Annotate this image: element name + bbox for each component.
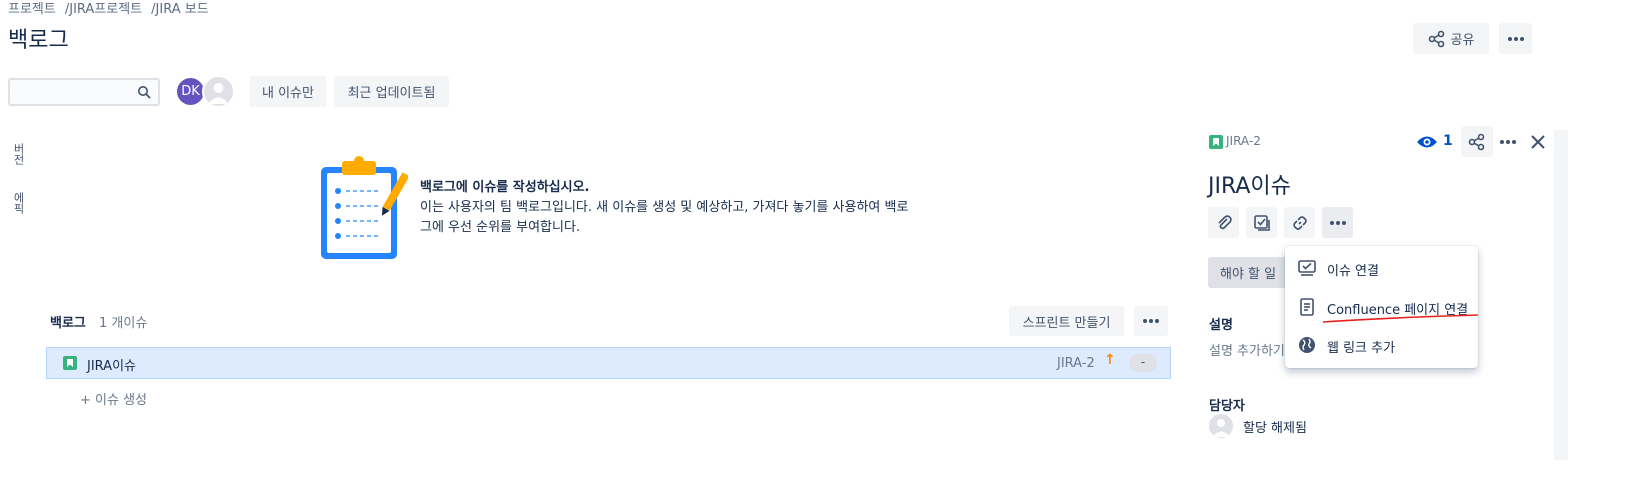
user-icon xyxy=(208,83,229,104)
create-sprint-button[interactable]: 스프린트 만들기 xyxy=(1009,306,1124,336)
detail-title[interactable]: JIRA이슈 xyxy=(1208,168,1291,200)
only-my-issues-button[interactable]: 내 이슈만 xyxy=(250,76,326,107)
breadcrumb-projects[interactable]: 프로젝트 xyxy=(8,2,56,17)
menu-item-link-issue[interactable]: 이슈 연결 xyxy=(1285,250,1478,286)
issue-link-icon xyxy=(1298,260,1316,276)
page-title: 백로그 xyxy=(8,28,69,53)
watch-icon[interactable] xyxy=(1416,134,1438,150)
issue-key[interactable]: JIRA-2 xyxy=(1057,356,1095,371)
more-icon xyxy=(1507,36,1524,41)
share-icon xyxy=(1468,133,1485,150)
breadcrumb: 프로젝트/JIRA프로젝트/JIRA 보드 xyxy=(8,2,209,17)
avatar-unassigned[interactable] xyxy=(202,75,235,108)
assignee-label: 담당자 xyxy=(1209,399,1245,414)
description-label: 설명 xyxy=(1209,318,1233,333)
watcher-count: 1 xyxy=(1443,133,1453,149)
backlog-more-button[interactable] xyxy=(1134,306,1168,336)
empty-state-heading: 백로그에 이슈를 작성하십시오. xyxy=(420,180,590,195)
detail-toolbar-more-button[interactable] xyxy=(1322,207,1353,238)
more-icon xyxy=(1143,319,1159,323)
share-icon xyxy=(1428,30,1444,47)
confluence-page-icon xyxy=(1300,298,1314,316)
create-issue-button[interactable]: + 이슈 생성 xyxy=(80,389,147,408)
attachment-icon xyxy=(1217,214,1232,229)
description-placeholder[interactable]: 설명 추가하기 xyxy=(1209,340,1285,359)
detail-scrollbar[interactable] xyxy=(1554,130,1568,460)
detail-share-button[interactable] xyxy=(1461,126,1493,157)
share-label: 공유 xyxy=(1450,33,1475,48)
recently-updated-button[interactable]: 최근 업데이트됨 xyxy=(334,76,449,107)
backlog-title: 백로그 xyxy=(50,316,86,331)
close-icon[interactable] xyxy=(1531,135,1545,149)
backlog-issue-count: 1 개이슈 xyxy=(99,316,148,331)
epics-tab[interactable]: 에픽 xyxy=(10,192,26,214)
share-button[interactable]: 공유 xyxy=(1413,23,1489,54)
clipboard-illustration xyxy=(321,156,408,259)
story-icon xyxy=(1209,135,1223,149)
table-row[interactable]: JIRA이슈 JIRA-2 ↑ - xyxy=(46,347,1171,379)
status-label: 해야 할 일 xyxy=(1220,267,1277,282)
breadcrumb-board[interactable]: JIRA 보드 xyxy=(156,2,209,17)
empty-state-body: 이는 사용자의 팀 백로그입니다. 새 이슈를 생성 및 예상하고, 가져다 놓… xyxy=(420,200,909,235)
annotation-underline xyxy=(1322,314,1479,323)
detail-issue-key[interactable]: JIRA-2 xyxy=(1226,134,1261,148)
subtask-icon xyxy=(1253,214,1270,231)
issue-summary: JIRA이슈 xyxy=(87,359,136,374)
link-icon xyxy=(1292,215,1307,230)
user-icon xyxy=(1212,419,1230,437)
breadcrumb-project[interactable]: JIRA프로젝트 xyxy=(69,2,142,17)
story-icon xyxy=(63,356,77,370)
more-actions-button[interactable] xyxy=(1499,23,1532,54)
menu-item-label: 웹 링크 추가 xyxy=(1327,341,1396,356)
priority-high-icon: ↑ xyxy=(1104,352,1116,368)
globe-icon xyxy=(1299,337,1315,353)
link-dropdown-menu: 이슈 연결 Confluence 페이지 연결 웹 링크 추가 xyxy=(1285,246,1478,368)
attach-button[interactable] xyxy=(1208,207,1239,238)
estimate-badge: - xyxy=(1129,354,1157,372)
assignee-value[interactable]: 할당 해제됨 xyxy=(1243,417,1307,436)
search-icon xyxy=(138,86,151,99)
search-input[interactable] xyxy=(8,78,160,106)
status-button[interactable]: 해야 할 일 xyxy=(1208,257,1292,288)
menu-item-web-link[interactable]: 웹 링크 추가 xyxy=(1285,327,1478,363)
menu-item-label: 이슈 연결 xyxy=(1327,264,1379,279)
link-button[interactable] xyxy=(1284,207,1315,238)
empty-state: 백로그에 이슈를 작성하십시오. 이는 사용자의 팀 백로그입니다. 새 이슈를… xyxy=(420,178,910,238)
more-icon xyxy=(1329,220,1346,225)
add-subtask-button[interactable] xyxy=(1246,207,1277,238)
detail-more-icon[interactable] xyxy=(1499,139,1517,145)
assignee-avatar xyxy=(1209,414,1233,438)
versions-tab[interactable]: 버전 xyxy=(10,143,26,165)
